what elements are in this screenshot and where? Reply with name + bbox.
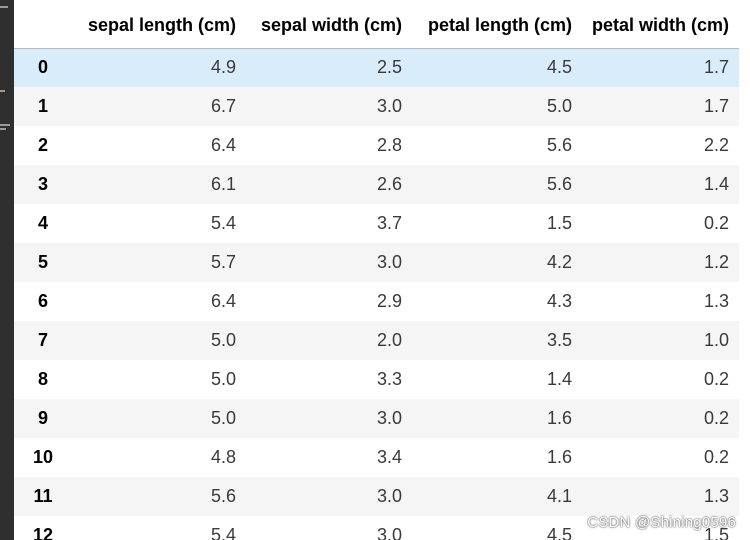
table-cell: 6.4 (210, 135, 236, 155)
table-cell: 4.8 (210, 447, 236, 467)
table-cell: 3.3 (376, 369, 402, 389)
table-cell: 2.6 (376, 174, 402, 194)
table-cell: 1.5 (546, 213, 572, 233)
table-cell: 1.6 (546, 408, 572, 428)
table-row: 2 6.4 2.8 5.6 2.2 (14, 126, 739, 165)
edge-mark (0, 124, 10, 126)
edge-mark (0, 128, 6, 130)
row-index: 1 (37, 96, 48, 116)
table-cell: 1.6 (546, 447, 572, 467)
table-cell: 4.9 (210, 57, 236, 78)
table-cell: 2.9 (376, 291, 402, 311)
table-cell: 3.0 (376, 525, 402, 540)
table-row: 4 5.4 3.7 1.5 0.2 (14, 204, 739, 243)
table-row: 3 6.1 2.6 5.6 1.4 (14, 165, 739, 204)
table-cell: 5.4 (210, 525, 236, 540)
row-index: 11 (33, 486, 53, 506)
dataframe-output: sepal length (cm) sepal width (cm) petal… (14, 0, 750, 540)
table-cell: 3.0 (376, 408, 402, 428)
row-index: 3 (37, 174, 48, 194)
table-cell: 4.1 (546, 486, 572, 506)
row-index: 8 (37, 369, 48, 389)
row-index: 9 (37, 408, 48, 428)
table-cell: 3.0 (376, 96, 402, 116)
table-row: 8 5.0 3.3 1.4 0.2 (14, 360, 739, 399)
table-cell: 5.0 (210, 408, 236, 428)
table-cell: 3.5 (546, 330, 572, 350)
table-cell: 4.3 (546, 291, 572, 311)
table-cell: 5.7 (210, 252, 236, 272)
row-index: 7 (37, 330, 48, 350)
column-header-sepal-length: sepal length (cm) (76, 0, 246, 49)
table-cell: 1.7 (703, 57, 729, 78)
row-index: 2 (37, 135, 48, 155)
table-cell: 2.2 (703, 135, 729, 155)
row-index: 12 (32, 525, 54, 540)
table-cell: 2.0 (376, 330, 402, 350)
table-cell: 3.4 (376, 447, 402, 467)
table-cell: 6.7 (210, 96, 236, 116)
header-row: sepal length (cm) sepal width (cm) petal… (14, 0, 739, 49)
table-cell: 5.4 (210, 213, 236, 233)
table-body: 0 4.9 2.5 4.5 1.7 1 6.7 3.0 5.0 1.7 2 6.4 2.8 5.6 2.2 3… (14, 48, 739, 540)
table-cell: 0.2 (703, 213, 729, 233)
table-cell: 5.6 (546, 174, 572, 194)
table-cell: 2.5 (376, 57, 402, 78)
table-cell: 3.0 (376, 252, 402, 272)
column-header-petal-length: petal length (cm) (412, 0, 582, 49)
table-cell: 1.3 (703, 486, 729, 506)
table-cell: 0.2 (703, 408, 729, 428)
table-cell: 5.0 (210, 369, 236, 389)
column-header-petal-width: petal width (cm) (582, 0, 739, 49)
table-cell: 4.2 (546, 252, 572, 272)
table-cell: 6.4 (210, 291, 236, 311)
table-row: 5 5.7 3.0 4.2 1.2 (14, 243, 739, 282)
edge-mark (0, 90, 5, 92)
table-cell: 1.4 (546, 369, 572, 389)
table-cell: 1.4 (703, 174, 729, 194)
table-cell: 0.2 (703, 369, 729, 389)
table-row: 6 6.4 2.9 4.3 1.3 (14, 282, 739, 321)
table-cell: 3.0 (376, 486, 402, 506)
table-cell: 5.6 (210, 486, 236, 506)
watermark: CSDN @Shining0596 (587, 514, 736, 531)
table-cell: 6.1 (210, 174, 236, 194)
row-index: 5 (37, 252, 48, 272)
table-cell: 1.3 (703, 291, 729, 311)
table-cell: 0.2 (703, 447, 729, 467)
table-cell: 5.0 (210, 330, 236, 350)
edge-mark (0, 6, 8, 8)
row-index: 0 (37, 57, 48, 78)
table-row: 10 4.8 3.4 1.6 0.2 (14, 438, 739, 477)
left-window-edge (0, 0, 14, 540)
table-cell: 3.7 (376, 213, 402, 233)
table-row: 1 6.7 3.0 5.0 1.7 (14, 87, 739, 126)
table-cell: 1.7 (703, 96, 729, 116)
index-column-header (14, 0, 76, 49)
table-cell: 4.5 (546, 525, 572, 540)
table-row: 11 5.6 3.0 4.1 1.3 (14, 477, 739, 516)
table-cell: 4.5 (546, 57, 572, 78)
table-cell: 1.0 (703, 330, 729, 350)
row-index: 10 (32, 447, 54, 467)
table-cell: 1.2 (703, 252, 729, 272)
table-cell: 5.6 (546, 135, 572, 155)
dataframe-table: sepal length (cm) sepal width (cm) petal… (14, 0, 739, 540)
table-row: 0 4.9 2.5 4.5 1.7 (14, 48, 739, 87)
column-header-sepal-width: sepal width (cm) (246, 0, 412, 49)
row-index: 4 (37, 213, 48, 233)
table-row: 7 5.0 2.0 3.5 1.0 (14, 321, 739, 360)
row-index: 6 (37, 291, 48, 311)
table-row: 9 5.0 3.0 1.6 0.2 (14, 399, 739, 438)
table-cell: 5.0 (546, 96, 572, 116)
table-cell: 2.8 (376, 135, 402, 155)
